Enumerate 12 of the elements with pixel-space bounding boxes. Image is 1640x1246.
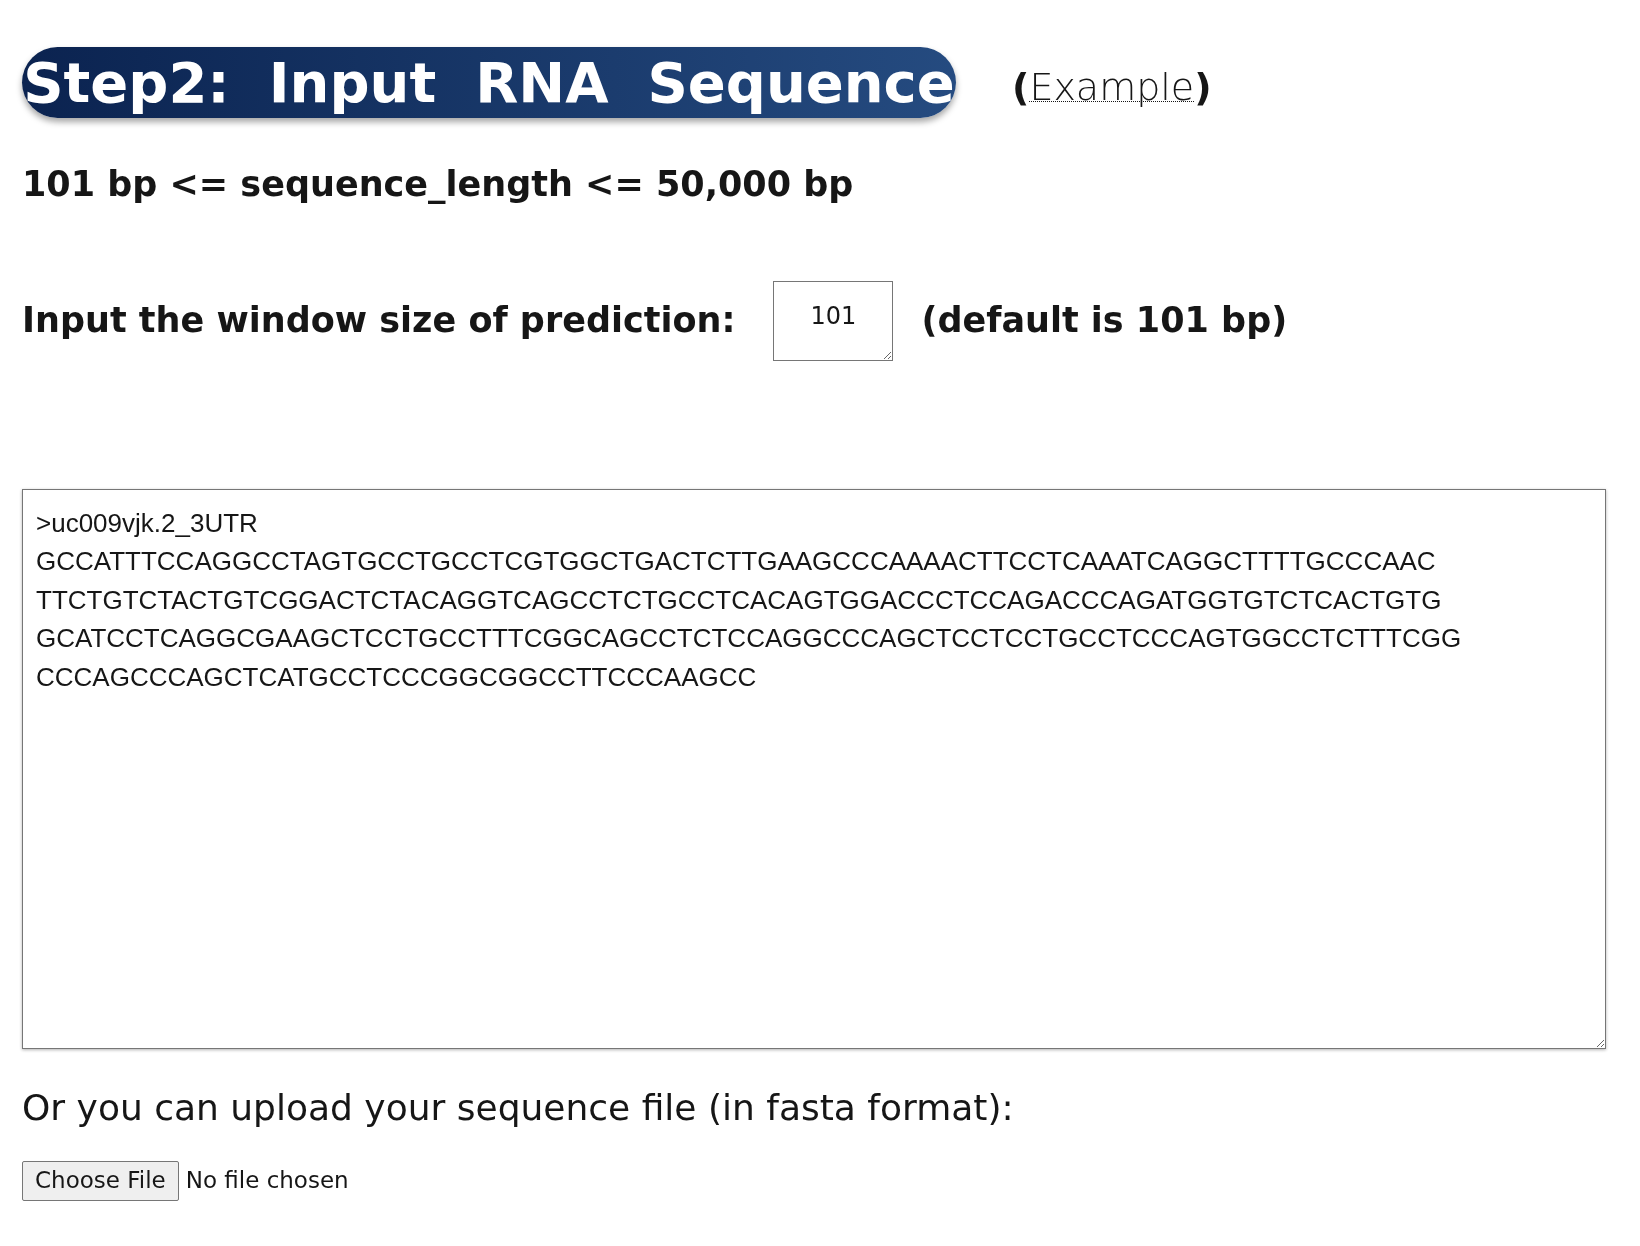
upload-label: Or you can upload your sequence file (in fasta format):: [22, 1085, 1015, 1130]
paren-text: (: [1012, 64, 1030, 111]
default-note: (default is 101 bp): [921, 299, 1288, 343]
file-status-text: No file chosen: [185, 1166, 349, 1196]
section-title: Step2: Input RNA Sequence: [22, 47, 956, 118]
sequence-field[interactable]: >uc009vjk.2_3UTR GCCATTTCCAGGCCTAGTGCCTGCCTCGTGGCTGACTCTTGAAGCCCAAAACTTCCTCAAATCAGGCTTTTGCCCAAC TTCTGTCTACTGTCGGACTCTACAGGTCAGCCTCTGCCTCACAGTGGACCCTCCAGACCCAGATGGTGTCTCACTGTG GCATCCTCAGGCGAAGCTCCTGCCTTTCGGCAGCCTCTCCAGGCCCAGCTCCTCCTGCCTCCCAGTGGCCTCTTTCGG CCCAGCCCAGCTCATGCCTCCCGGCGGCCTTCCCAAGCC: [22, 488, 1606, 1049]
window-size-field[interactable]: 101: [773, 280, 894, 361]
length-rule-text: 101 bp <= sequence_length <= 50,000 bp: [22, 163, 855, 206]
example-link[interactable]: Example: [1029, 59, 1195, 116]
paren-text: ): [1194, 64, 1212, 111]
window-size-label: Input the window size of prediction:: [22, 299, 736, 343]
choose-file-button[interactable]: Choose File: [22, 1160, 179, 1201]
